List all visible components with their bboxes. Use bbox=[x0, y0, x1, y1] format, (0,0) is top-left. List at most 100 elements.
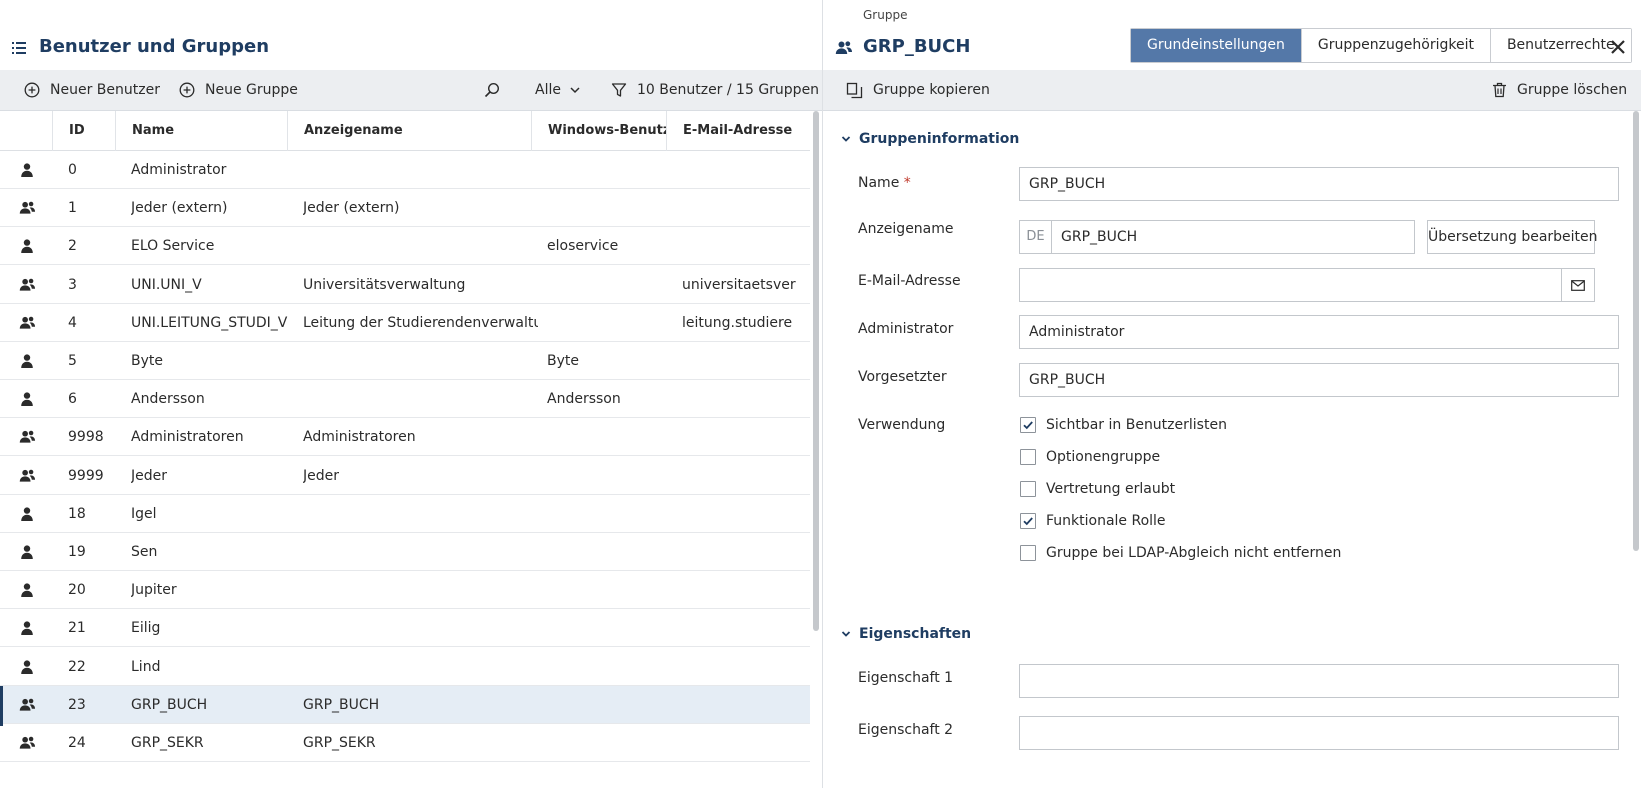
checkbox-option[interactable]: Funktionale Rolle bbox=[1020, 510, 1166, 532]
table-row[interactable]: 20 Jupiter bbox=[0, 571, 810, 610]
table-row[interactable]: 6 Andersson Andersson bbox=[0, 380, 810, 419]
table-row[interactable]: 22 Lind bbox=[0, 648, 810, 686]
send-mail-button[interactable] bbox=[1561, 268, 1595, 302]
group-icon bbox=[19, 697, 36, 713]
usage-label: Verwendung bbox=[858, 417, 946, 433]
cell-windows bbox=[547, 457, 672, 495]
cell-display-name bbox=[303, 342, 538, 380]
new-user-button[interactable]: Neuer Benutzer bbox=[24, 70, 160, 110]
col-windows-user-header[interactable]: Windows-Benutzer bbox=[531, 111, 666, 151]
cell-email bbox=[682, 457, 810, 495]
cell-email bbox=[682, 151, 810, 189]
new-group-label: Neue Gruppe bbox=[205, 82, 298, 98]
table-row[interactable]: 24 GRP_SEKR GRP_SEKR bbox=[0, 724, 810, 762]
filter-button[interactable]: 10 Benutzer / 15 Gruppen bbox=[611, 70, 819, 110]
checkbox-unchecked[interactable] bbox=[1020, 481, 1036, 497]
table-row[interactable]: 3 UNI.UNI_V Universitätsverwaltung universi… bbox=[0, 266, 810, 304]
delete-group-label: Gruppe löschen bbox=[1517, 82, 1628, 98]
display-name-field[interactable]: GRP_BUCH bbox=[1051, 220, 1415, 254]
section-properties[interactable]: Eigenschaften bbox=[841, 626, 971, 642]
cell-id: 21 bbox=[68, 620, 86, 637]
trash-icon bbox=[1493, 82, 1506, 98]
checkbox-unchecked[interactable] bbox=[1020, 449, 1036, 465]
cell-display-name: Leitung der Studierendenverwaltung bbox=[303, 314, 538, 331]
checkbox-unchecked[interactable] bbox=[1020, 545, 1036, 561]
display-name-label: Anzeigename bbox=[858, 221, 954, 237]
property-1-field[interactable] bbox=[1019, 664, 1619, 698]
table-row[interactable]: 9998 Administratoren Administratoren bbox=[0, 418, 810, 457]
table-row[interactable]: 4 UNI.LEITUNG_STUDI_V Leitung der Studiere… bbox=[0, 304, 810, 342]
name-field[interactable]: GRP_BUCH bbox=[1019, 167, 1619, 201]
scrollbar[interactable] bbox=[813, 111, 819, 631]
detail-form: Gruppeninformation Name * GRP_BUCH Anzei… bbox=[823, 111, 1641, 788]
checkbox-checked[interactable] bbox=[1020, 417, 1036, 433]
new-group-button[interactable]: Neue Gruppe bbox=[179, 70, 298, 110]
cell-display-name bbox=[303, 227, 538, 265]
cell-display-name bbox=[303, 533, 538, 571]
copy-group-button[interactable]: Gruppe kopieren bbox=[846, 70, 990, 110]
cell-windows: Byte bbox=[547, 353, 579, 369]
checkbox-option[interactable]: Vertretung erlaubt bbox=[1020, 478, 1175, 500]
filter-dropdown[interactable]: Alle bbox=[535, 70, 581, 110]
funnel-icon bbox=[611, 83, 627, 97]
users-groups-pane: Benutzer und Gruppen Neuer Benutzer Neue… bbox=[0, 0, 822, 788]
cell-display-name bbox=[303, 151, 538, 189]
cell-id: 2 bbox=[68, 238, 77, 255]
table-row[interactable]: 21 Eilig bbox=[0, 609, 810, 648]
cell-email bbox=[682, 533, 810, 571]
name-label-text: Name bbox=[858, 175, 900, 191]
checkbox-checked[interactable] bbox=[1020, 513, 1036, 529]
cell-id: 24 bbox=[68, 735, 86, 751]
col-name-header[interactable]: Name bbox=[115, 111, 287, 151]
table-row[interactable]: 5 Byte Byte bbox=[0, 342, 810, 380]
table-row[interactable]: 18 Igel bbox=[0, 495, 810, 533]
group-title: GRP_BUCH bbox=[863, 36, 971, 57]
cell-display-name bbox=[303, 648, 538, 686]
cell-email bbox=[682, 609, 810, 647]
search-button[interactable] bbox=[484, 70, 500, 110]
checkbox-label: Optionengruppe bbox=[1046, 449, 1161, 465]
table-row[interactable]: 2 ELO Service eloservice bbox=[0, 227, 810, 266]
tab-basic-settings[interactable]: Grundeinstellungen bbox=[1131, 29, 1302, 62]
col-display-name-header[interactable]: Anzeigename bbox=[287, 111, 531, 151]
table-row[interactable]: 19 Sen bbox=[0, 533, 810, 571]
table-row[interactable]: 1 Jeder (extern) Jeder (extern) bbox=[0, 189, 810, 228]
col-id-header[interactable]: ID bbox=[52, 111, 115, 151]
section-group-info[interactable]: Gruppeninformation bbox=[841, 131, 1019, 147]
email-field[interactable] bbox=[1019, 268, 1585, 302]
cell-email bbox=[682, 724, 810, 762]
close-icon[interactable] bbox=[1609, 38, 1627, 56]
cell-id: 4 bbox=[68, 314, 77, 331]
checkbox-option[interactable]: Gruppe bei LDAP-Abgleich nicht entfernen bbox=[1020, 542, 1341, 564]
checkbox-option[interactable]: Optionengruppe bbox=[1020, 446, 1160, 468]
filter-value: Alle bbox=[535, 82, 561, 98]
entity-kind: Gruppe bbox=[863, 8, 908, 22]
table-row[interactable]: 23 GRP_BUCH GRP_BUCH bbox=[0, 685, 810, 726]
checkbox-option[interactable]: Sichtbar in Benutzerlisten bbox=[1020, 414, 1227, 436]
col-email-header[interactable]: E-Mail-Adresse bbox=[666, 111, 816, 151]
edit-translation-button[interactable]: Übersetzung bearbeiten bbox=[1427, 220, 1598, 254]
scrollbar[interactable] bbox=[1633, 111, 1639, 551]
property-2-field[interactable] bbox=[1019, 716, 1619, 750]
section-title: Gruppeninformation bbox=[859, 131, 1020, 147]
cell-id: 3 bbox=[68, 276, 77, 293]
group-icon bbox=[19, 200, 36, 216]
cell-name: Sen bbox=[131, 544, 158, 560]
cell-display-name: GRP_BUCH bbox=[303, 696, 380, 713]
required-mark: * bbox=[903, 175, 911, 191]
list-icon[interactable] bbox=[12, 42, 26, 54]
cell-windows bbox=[547, 304, 672, 342]
cell-email bbox=[682, 571, 810, 609]
tab-group-membership[interactable]: Gruppenzugehörigkeit bbox=[1301, 29, 1491, 62]
delete-group-button[interactable]: Gruppe löschen bbox=[1492, 70, 1627, 110]
plus-circle-icon bbox=[24, 82, 40, 98]
supervisor-field[interactable]: GRP_BUCH bbox=[1019, 363, 1619, 397]
cell-display-name: GRP_SEKR bbox=[303, 735, 376, 751]
property-2-label: Eigenschaft 2 bbox=[858, 722, 954, 738]
table-row[interactable]: 0 Administrator bbox=[0, 151, 810, 189]
cell-display-name: Jeder (extern) bbox=[303, 200, 400, 217]
administrator-field[interactable]: Administrator bbox=[1019, 315, 1619, 349]
table-row[interactable]: 9999 Jeder Jeder bbox=[0, 457, 810, 495]
cell-email bbox=[682, 418, 810, 456]
cell-name: GRP_BUCH bbox=[131, 696, 208, 713]
